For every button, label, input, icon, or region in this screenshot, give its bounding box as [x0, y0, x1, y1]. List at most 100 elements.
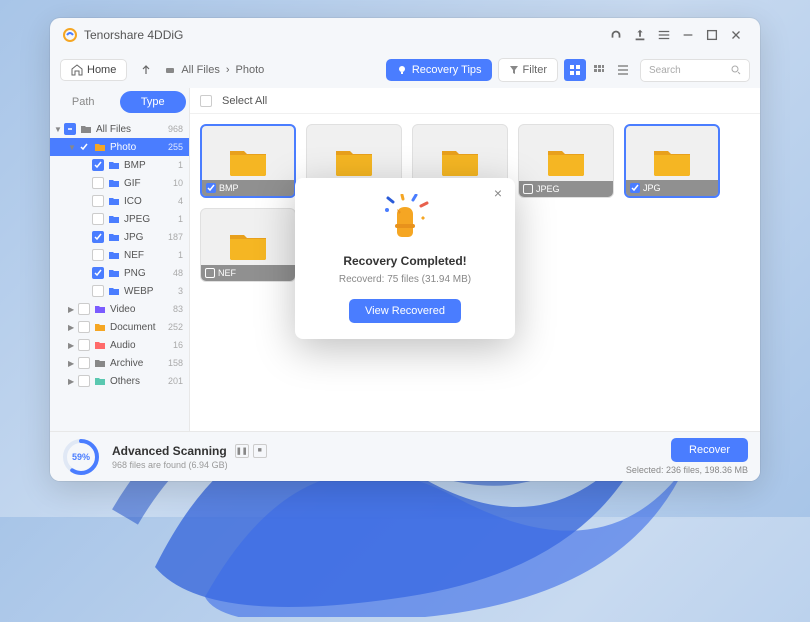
folder-checkbox[interactable] — [206, 183, 216, 193]
up-button[interactable] — [133, 57, 159, 83]
tree-checkbox[interactable] — [64, 123, 76, 135]
folder-icon — [108, 249, 120, 261]
tree-item-jpg[interactable]: JPG187 — [50, 228, 189, 246]
folder-checkbox[interactable] — [205, 268, 215, 278]
tree-item-nef[interactable]: NEF1 — [50, 246, 189, 264]
chevron-icon: ▶ — [68, 341, 78, 350]
folder-checkbox[interactable] — [523, 184, 533, 194]
folder-card-nef[interactable]: NEF — [200, 208, 296, 282]
tree-item-all-files[interactable]: ▼All Files968 — [50, 120, 189, 138]
tree-item-audio[interactable]: ▶Audio16 — [50, 336, 189, 354]
tree-checkbox[interactable] — [92, 231, 104, 243]
select-all-checkbox[interactable] — [200, 95, 212, 107]
tree-item-archive[interactable]: ▶Archive158 — [50, 354, 189, 372]
folder-icon — [108, 231, 120, 243]
share-icon[interactable] — [628, 23, 652, 47]
tree-item-png[interactable]: PNG48 — [50, 264, 189, 282]
folder-icon — [228, 229, 268, 261]
tree-checkbox[interactable] — [92, 177, 104, 189]
breadcrumb-item[interactable]: All Files — [181, 64, 220, 76]
folder-card-jpeg[interactable]: JPEG — [518, 124, 614, 198]
tree-checkbox[interactable] — [78, 141, 90, 153]
tab-type[interactable]: Type — [120, 91, 187, 113]
search-input[interactable]: Search — [640, 59, 750, 82]
folder-label: BMP — [219, 183, 239, 193]
folder-label: JPEG — [536, 184, 560, 194]
breadcrumb-item[interactable]: Photo — [236, 64, 265, 76]
menu-icon[interactable] — [652, 23, 676, 47]
tree-item-bmp[interactable]: BMP1 — [50, 156, 189, 174]
tree-count: 968 — [168, 124, 183, 134]
tree-label: Document — [110, 322, 164, 333]
folder-icon — [94, 141, 106, 153]
folder-icon — [108, 195, 120, 207]
tree-checkbox[interactable] — [92, 267, 104, 279]
home-button[interactable]: Home — [60, 59, 127, 81]
tree-checkbox[interactable] — [92, 249, 104, 261]
chevron-icon: ▶ — [68, 377, 78, 386]
stop-button[interactable]: ■ — [253, 444, 267, 458]
tree-item-video[interactable]: ▶Video83 — [50, 300, 189, 318]
tree-item-ico[interactable]: ICO4 — [50, 192, 189, 210]
minimize-icon[interactable] — [676, 23, 700, 47]
tree-count: 158 — [168, 358, 183, 368]
search-icon — [731, 65, 741, 75]
modal-subtitle: Recoverd: 75 files (31.94 MB) — [339, 274, 471, 285]
folder-icon — [652, 145, 692, 177]
tree-checkbox[interactable] — [92, 195, 104, 207]
tree-label: WEBP — [124, 286, 174, 297]
tree-count: 16 — [173, 340, 183, 350]
folder-icon — [108, 177, 120, 189]
progress-text: 59% — [72, 452, 90, 462]
folder-card-bmp[interactable]: BMP — [200, 124, 296, 198]
tree-label: JPEG — [124, 214, 174, 225]
headset-icon[interactable] — [604, 23, 628, 47]
tree-item-photo[interactable]: ▼Photo255 — [50, 138, 189, 156]
tree-checkbox[interactable] — [92, 159, 104, 171]
tree-checkbox[interactable] — [78, 375, 90, 387]
close-icon[interactable] — [724, 23, 748, 47]
folder-card-jpg[interactable]: JPG — [624, 124, 720, 198]
tree-checkbox[interactable] — [78, 339, 90, 351]
folder-checkbox[interactable] — [630, 183, 640, 193]
maximize-icon[interactable] — [700, 23, 724, 47]
grid-small-view-button[interactable] — [588, 59, 610, 81]
tree-label: Photo — [110, 142, 164, 153]
filter-button[interactable]: Filter — [498, 58, 558, 82]
file-tree: ▼All Files968▼Photo255BMP1GIF10ICO4JPEG1… — [50, 116, 189, 431]
folder-icon — [94, 375, 106, 387]
list-view-button[interactable] — [612, 59, 634, 81]
grid-large-view-button[interactable] — [564, 59, 586, 81]
tree-label: All Files — [96, 124, 164, 135]
tree-label: Archive — [110, 358, 164, 369]
select-all-row[interactable]: Select All — [190, 88, 760, 114]
tree-label: JPG — [124, 232, 164, 243]
tab-path[interactable]: Path — [50, 88, 117, 116]
view-recovered-button[interactable]: View Recovered — [349, 299, 461, 323]
tree-checkbox[interactable] — [92, 285, 104, 297]
tree-checkbox[interactable] — [92, 213, 104, 225]
recovery-tips-button[interactable]: Recovery Tips — [386, 59, 492, 81]
tree-item-gif[interactable]: GIF10 — [50, 174, 189, 192]
tree-checkbox[interactable] — [78, 303, 90, 315]
chevron-icon: ▶ — [68, 305, 78, 314]
tree-label: BMP — [124, 160, 174, 171]
recovery-complete-modal: × Recovery Completed! Recoverd: 75 files… — [295, 178, 515, 339]
recover-button[interactable]: Recover — [671, 438, 748, 462]
tree-item-webp[interactable]: WEBP3 — [50, 282, 189, 300]
tree-label: ICO — [124, 196, 174, 207]
folder-icon — [334, 145, 374, 177]
tree-checkbox[interactable] — [78, 321, 90, 333]
tree-count: 48 — [173, 268, 183, 278]
sidebar: Path Type ▼All Files968▼Photo255BMP1GIF1… — [50, 88, 190, 431]
pause-button[interactable]: ❚❚ — [235, 444, 249, 458]
titlebar: Tenorshare 4DDiG — [50, 18, 760, 52]
tree-item-document[interactable]: ▶Document252 — [50, 318, 189, 336]
folder-label: JPG — [643, 183, 661, 193]
tree-count: 1 — [178, 250, 183, 260]
tree-item-others[interactable]: ▶Others201 — [50, 372, 189, 390]
tree-item-jpeg[interactable]: JPEG1 — [50, 210, 189, 228]
modal-close-button[interactable]: × — [489, 184, 507, 202]
bottombar: 59% Advanced Scanning ❚❚ ■ 968 files are… — [50, 431, 760, 481]
tree-checkbox[interactable] — [78, 357, 90, 369]
